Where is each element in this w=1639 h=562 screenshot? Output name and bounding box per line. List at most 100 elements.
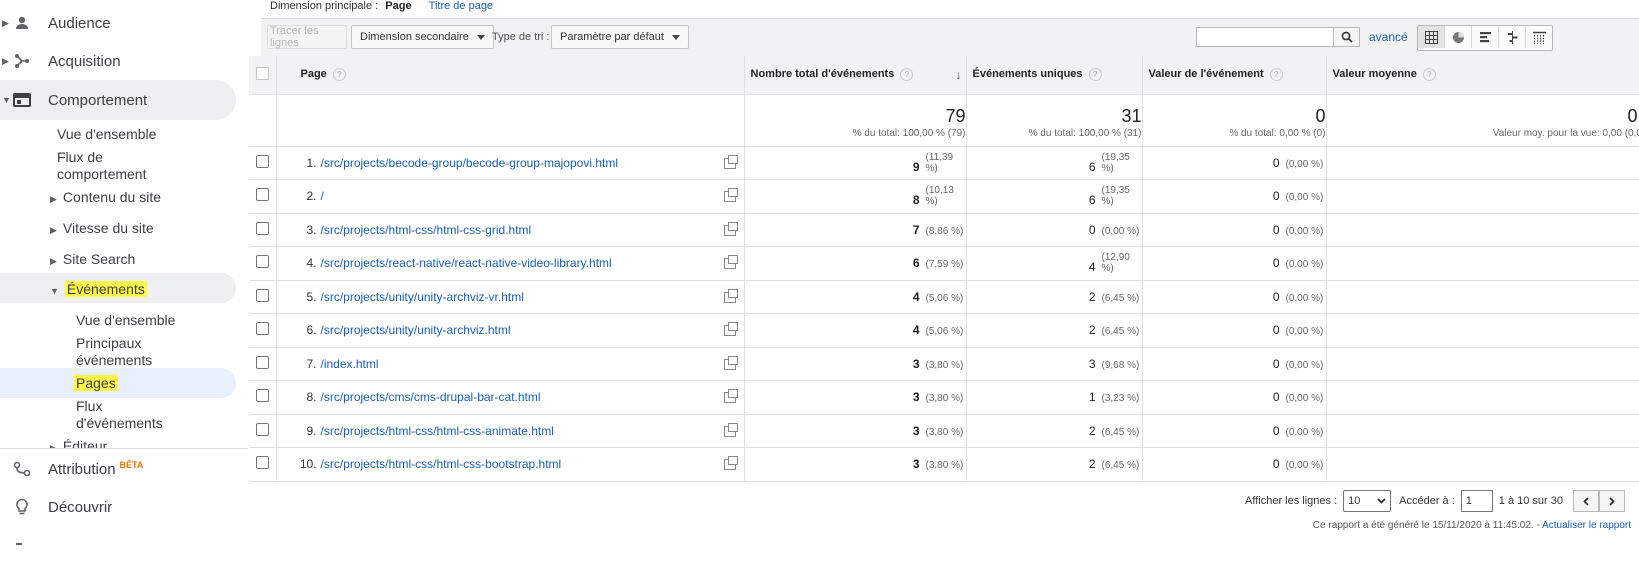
nav-audience[interactable]: ▶ Audience — [0, 3, 236, 43]
secondary-dimension-dropdown[interactable]: Dimension secondaire — [351, 25, 494, 49]
nav-discover[interactable]: Découvrir — [0, 487, 236, 527]
publisher-link[interactable]: ▶ Éditeur — [50, 438, 107, 448]
table-row: 2. / 8 (10,13 %) 6 (19,35 %) 0 (0,00 %)0,00 — [249, 179, 1639, 214]
events-flow-link[interactable]: Flux d'événements — [76, 398, 163, 432]
pie-view-icon[interactable] — [1444, 26, 1471, 48]
top-events-link[interactable]: Principaux événements — [76, 335, 152, 369]
table-row: 7. /index.html 3 (3,80 %) 3 (9,68 %) 0 (0,00 %)… — [249, 347, 1639, 381]
row-rank: 7. — [306, 356, 317, 371]
total-events-header-label: Nombre total d'événements — [750, 68, 895, 81]
total-events-pct: (8,86 %) — [925, 225, 964, 237]
row-checkbox[interactable] — [255, 456, 269, 470]
events-link[interactable]: ▼ Événements — [50, 281, 147, 300]
table-search-input[interactable] — [1196, 27, 1334, 47]
unique-events-pct: (6,45 %) — [1101, 426, 1140, 438]
open-external-icon[interactable] — [723, 389, 738, 403]
comparison-view-icon[interactable] — [1498, 26, 1525, 48]
nav-attribution[interactable]: Attribution BÊTA — [0, 449, 236, 489]
advanced-filter-link[interactable]: avancé — [1369, 30, 1408, 44]
row-select-cell — [249, 280, 277, 314]
column-header-page[interactable]: Page? — [276, 56, 745, 95]
nav-discover-label: Découvrir — [48, 498, 113, 516]
total-events-pct: (11,39 %) — [925, 151, 954, 174]
row-rank: 3. — [306, 222, 317, 237]
page-link[interactable]: /src/projects/html-css/html-css-bootstra… — [321, 457, 562, 471]
help-icon[interactable]: ? — [1088, 68, 1102, 82]
row-checkbox[interactable] — [255, 154, 269, 168]
nav-behavior[interactable]: ▼ Comportement — [0, 80, 236, 120]
search-button[interactable] — [1334, 27, 1360, 47]
page-link[interactable]: /src/projects/cms/cms-drupal-bar-cat.htm… — [321, 390, 541, 404]
behavior-overview-link[interactable]: Vue d'ensemble — [57, 126, 156, 143]
page-link[interactable]: /src/projects/unity/unity-archviz-vr.htm… — [321, 290, 524, 304]
event-value-value: 0 — [1272, 289, 1280, 304]
open-external-icon[interactable] — [723, 355, 738, 370]
performance-view-icon[interactable] — [1471, 26, 1498, 48]
row-checkbox[interactable] — [255, 422, 269, 436]
show-rows-select[interactable]: 10 — [1343, 490, 1392, 512]
unique-events-value: 3 — [1088, 356, 1096, 371]
open-external-icon[interactable] — [723, 221, 738, 236]
events-label: Événements — [64, 281, 147, 297]
page-cell: 4. /src/projects/react-native/react-nativ… — [276, 246, 745, 281]
open-external-icon[interactable] — [723, 154, 738, 169]
row-checkbox[interactable] — [255, 255, 269, 269]
table-row: 4. /src/projects/react-native/react-nativ… — [249, 246, 1639, 281]
site-content-link[interactable]: ▶ Contenu du site — [50, 189, 161, 208]
row-checkbox[interactable] — [255, 389, 269, 403]
page-link[interactable]: /src/projects/html-css/html-css-grid.htm… — [321, 223, 532, 237]
row-checkbox[interactable] — [255, 221, 269, 235]
row-checkbox[interactable] — [255, 355, 269, 369]
help-icon[interactable]: ? — [900, 68, 914, 82]
total-events-cell: 7 (8,86 %) — [744, 213, 967, 247]
help-icon[interactable]: ? — [332, 68, 346, 82]
row-checkbox[interactable] — [255, 322, 269, 336]
select-all-checkbox[interactable] — [255, 66, 269, 80]
help-icon[interactable]: ? — [1422, 68, 1436, 82]
page-link[interactable]: /index.html — [321, 357, 379, 371]
site-speed-link[interactable]: ▶ Vitesse du site — [50, 220, 154, 239]
table-view-icon[interactable] — [1418, 26, 1444, 48]
nav-acquisition[interactable]: ▶ Acquisition — [0, 41, 236, 81]
open-external-icon[interactable] — [723, 422, 738, 437]
row-checkbox[interactable] — [255, 288, 269, 302]
open-external-icon[interactable] — [723, 456, 738, 470]
total-events-value: 3 — [912, 356, 920, 371]
events-flow-line1: Flux — [76, 398, 103, 414]
column-header-event-value[interactable]: Valeur de l'événement? — [1142, 56, 1327, 95]
chevron-down-icon: ▼ — [2, 95, 11, 105]
help-icon[interactable]: ? — [1269, 68, 1283, 82]
behavior-flow-link[interactable]: Flux de comportement — [57, 149, 146, 183]
goto-input[interactable]: 1 — [1460, 490, 1493, 512]
plot-rows-button[interactable]: Tracer les lignes — [267, 25, 347, 49]
row-checkbox[interactable] — [255, 188, 269, 202]
events-overview-link[interactable]: Vue d'ensemble — [76, 312, 175, 329]
primary-dimension-current[interactable]: Page — [385, 0, 411, 12]
open-external-icon[interactable] — [723, 322, 738, 336]
page-link[interactable]: / — [321, 189, 324, 203]
pivot-view-icon[interactable] — [1525, 26, 1552, 48]
page-link[interactable]: /src/projects/becode-group/becode-group-… — [321, 156, 619, 170]
site-search-link[interactable]: ▶ Site Search — [50, 251, 135, 270]
event-value-pct: (0,00 %) — [1285, 158, 1324, 170]
total-events-cell: 4 (5,06 %) — [744, 280, 967, 314]
next-page-button[interactable] — [1599, 490, 1625, 512]
column-header-avg-value[interactable]: Valeur moyenne? — [1326, 56, 1639, 95]
events-pages-link[interactable]: Pages — [74, 375, 118, 392]
nav-attribution-label: Attribution BÊTA — [48, 460, 143, 478]
open-external-icon[interactable] — [723, 188, 738, 202]
open-external-icon[interactable] — [723, 255, 738, 269]
sort-type-dropdown[interactable]: Paramètre par défaut — [551, 25, 689, 49]
page-link[interactable]: /src/projects/react-native/react-native-… — [321, 256, 612, 270]
avg-value-cell: 0,00 — [1326, 347, 1639, 381]
open-external-icon[interactable] — [723, 288, 738, 303]
primary-dimension-alt-link[interactable]: Titre de page — [429, 0, 493, 12]
page-link[interactable]: /src/projects/unity/unity-archviz.html — [321, 323, 511, 337]
prev-page-button[interactable] — [1573, 490, 1599, 512]
unique-events-cell: 0 (0,00 %) — [966, 213, 1143, 247]
column-header-unique-events[interactable]: Événements uniques? — [966, 56, 1143, 95]
page-link[interactable]: /src/projects/html-css/html-css-animate.… — [321, 424, 554, 438]
refresh-report-link[interactable]: Actualiser le rapport — [1542, 520, 1631, 531]
behavior-icon — [12, 90, 32, 110]
column-header-total-events[interactable]: Nombre total d'événements? ↓ — [744, 56, 967, 95]
